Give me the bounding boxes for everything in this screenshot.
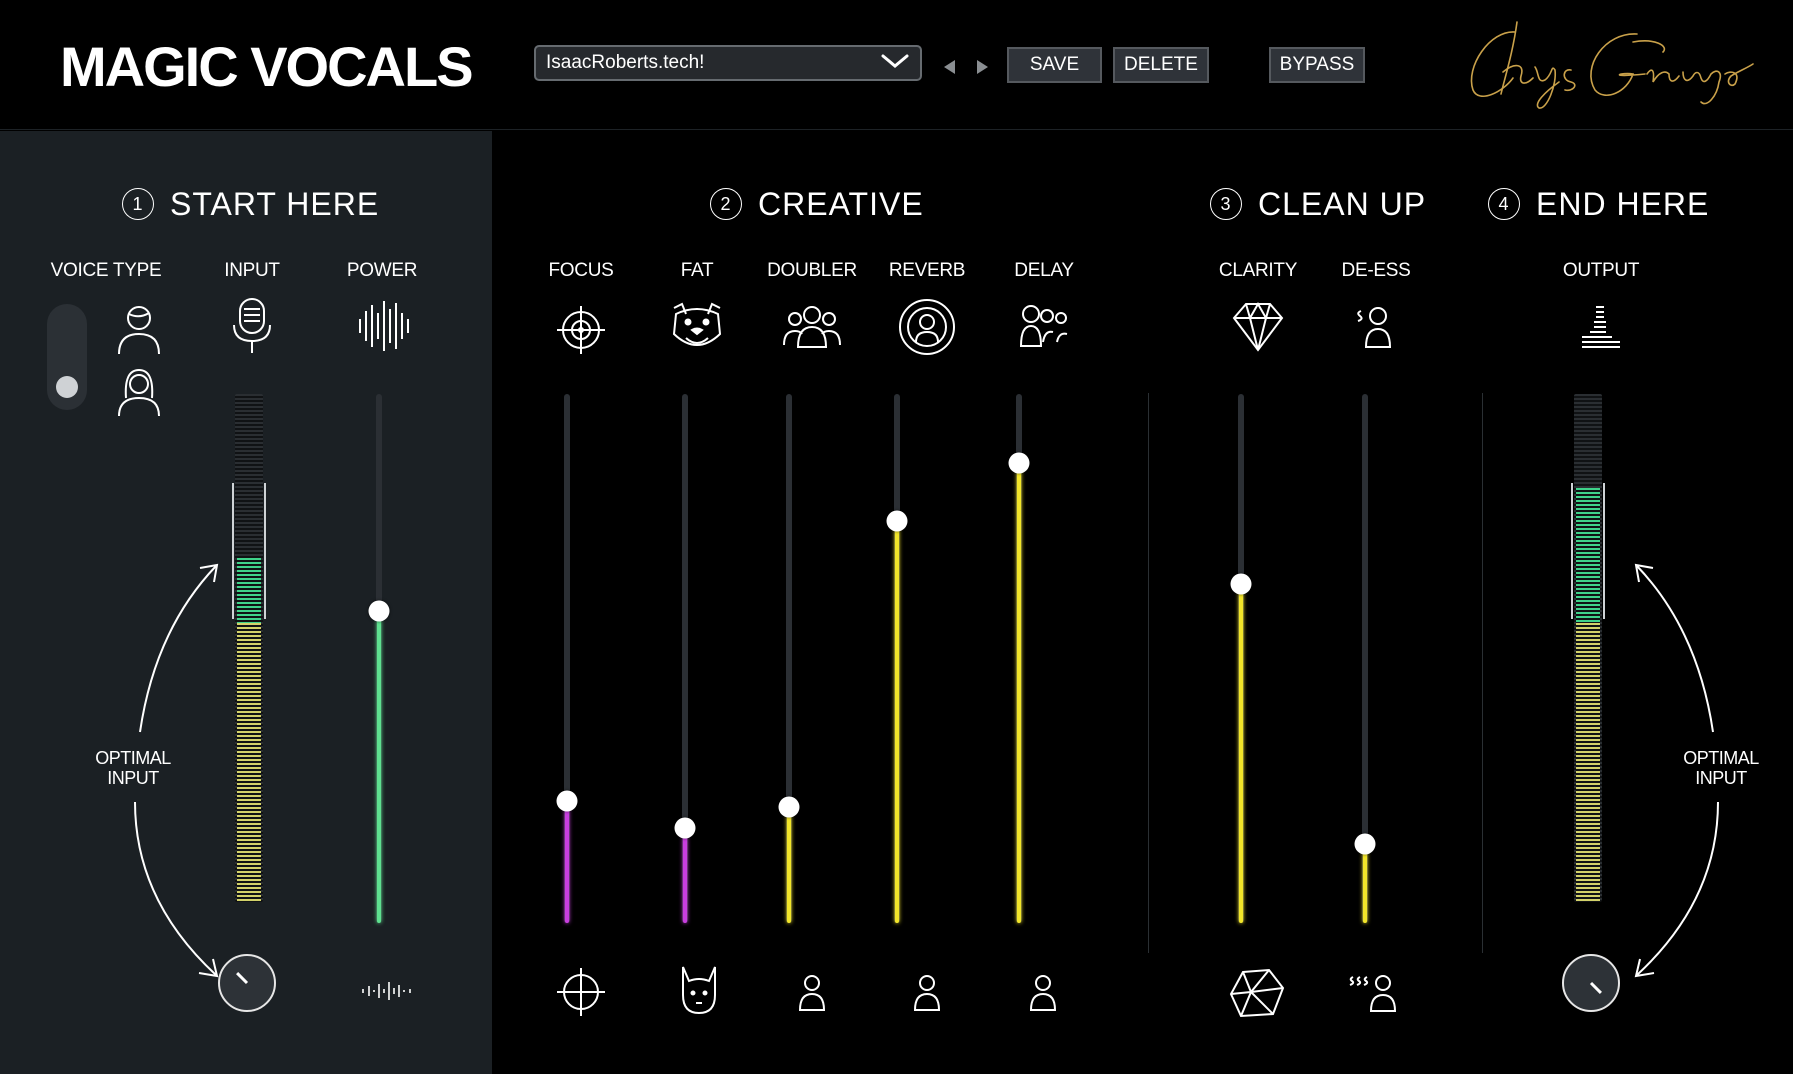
step-number-badge: 2 bbox=[710, 188, 742, 220]
focus-label: FOCUS bbox=[548, 260, 614, 281]
clarity-label: CLARITY bbox=[1218, 260, 1298, 281]
reverb-person-icon bbox=[898, 298, 956, 356]
app-title: MAGIC VOCALS bbox=[60, 35, 474, 98]
microphone-icon bbox=[230, 297, 274, 355]
section-title-text: CLEAN UP bbox=[1258, 185, 1427, 222]
sibilance-person-icon bbox=[1347, 973, 1397, 1013]
section-creative-title: 2 CREATIVE bbox=[710, 182, 924, 226]
deess-slider-handle[interactable] bbox=[1354, 833, 1376, 855]
section-end-title: 4 END HERE bbox=[1488, 182, 1709, 226]
group-doubler-icon bbox=[782, 305, 842, 349]
meter-yellow-segment bbox=[1576, 623, 1600, 902]
meter-yellow-segment bbox=[237, 623, 261, 902]
power-slider-handle[interactable] bbox=[368, 600, 390, 622]
section-divider bbox=[1148, 393, 1149, 953]
step-number-badge: 3 bbox=[1210, 188, 1242, 220]
bulldog-fat-icon bbox=[668, 300, 726, 352]
optimal-input-label-right: OPTIMAL INPUT bbox=[1683, 748, 1759, 788]
step-number-badge: 1 bbox=[122, 188, 154, 220]
clarity-slider-fill bbox=[1239, 584, 1243, 923]
crosshair-icon bbox=[556, 967, 606, 1017]
doubler-slider-handle[interactable] bbox=[778, 796, 800, 818]
optimal-range-marker bbox=[1571, 483, 1605, 619]
focus-slider-handle[interactable] bbox=[556, 790, 578, 812]
optimal-text: OPTIMAL bbox=[95, 748, 171, 768]
delay-label: DELAY bbox=[1014, 260, 1074, 281]
doubler-slider-fill bbox=[787, 806, 791, 923]
section-cleanup-title: 3 CLEAN UP bbox=[1210, 182, 1426, 226]
bypass-button[interactable]: BYPASS bbox=[1269, 47, 1365, 83]
header-bar: MAGIC VOCALS IsaacRoberts.tech! SAVE DEL… bbox=[0, 0, 1793, 130]
save-button[interactable]: SAVE bbox=[1007, 47, 1102, 83]
person-icon bbox=[913, 974, 941, 1012]
section-title-text: START HERE bbox=[170, 185, 380, 222]
reverb-slider-fill bbox=[895, 520, 899, 923]
focus-slider-fill bbox=[565, 801, 569, 923]
input-text: INPUT bbox=[1695, 768, 1747, 788]
voice-type-label: VOICE TYPE bbox=[50, 260, 162, 281]
optimal-text: OPTIMAL bbox=[1683, 748, 1759, 768]
section-divider bbox=[1482, 393, 1483, 953]
input-label: INPUT bbox=[224, 260, 280, 281]
preset-dropdown[interactable]: IsaacRoberts.tech! bbox=[534, 45, 922, 81]
person-icon bbox=[1029, 974, 1057, 1012]
person-icon bbox=[798, 974, 826, 1012]
fat-slider-handle[interactable] bbox=[674, 817, 696, 839]
fat-slider-fill bbox=[683, 827, 687, 923]
output-level-icon bbox=[1580, 303, 1622, 349]
deess-slider-fill bbox=[1363, 843, 1367, 923]
diamond-clarity-icon bbox=[1232, 302, 1284, 352]
knob-indicator bbox=[236, 972, 249, 985]
previous-preset-icon[interactable] bbox=[940, 57, 960, 77]
output-level-meter bbox=[1574, 394, 1602, 902]
section-title-text: END HERE bbox=[1536, 185, 1710, 222]
section-title-text: CREATIVE bbox=[758, 185, 924, 222]
input-text: INPUT bbox=[107, 768, 159, 788]
step-number-badge: 4 bbox=[1488, 188, 1520, 220]
brand-signature-logo bbox=[1455, 12, 1755, 112]
small-waveform-icon bbox=[361, 981, 413, 1001]
section-start-title: 1 START HERE bbox=[122, 182, 379, 226]
delay-slider-fill bbox=[1017, 462, 1021, 923]
power-slider-fill bbox=[377, 610, 381, 923]
input-gain-knob[interactable] bbox=[218, 954, 276, 1012]
female-voice-icon[interactable] bbox=[116, 366, 162, 418]
reverb-slider-handle[interactable] bbox=[886, 510, 908, 532]
delete-button[interactable]: DELETE bbox=[1113, 47, 1209, 83]
deess-label: DE-ESS bbox=[1341, 260, 1411, 281]
next-preset-icon[interactable] bbox=[972, 57, 992, 77]
deess-person-icon bbox=[1354, 305, 1394, 349]
output-gain-knob[interactable] bbox=[1562, 954, 1620, 1012]
clarity-slider-handle[interactable] bbox=[1230, 573, 1252, 595]
toggle-thumb[interactable] bbox=[56, 376, 78, 398]
output-label: OUTPUT bbox=[1562, 260, 1640, 281]
knob-indicator bbox=[1589, 981, 1602, 994]
waveform-power-icon bbox=[357, 299, 411, 353]
input-level-meter bbox=[235, 394, 263, 902]
optimal-range-marker bbox=[232, 483, 266, 619]
chevron-down-icon bbox=[880, 53, 910, 74]
optimal-input-label-left: OPTIMAL INPUT bbox=[95, 748, 171, 788]
reverb-label: REVERB bbox=[888, 260, 966, 281]
doubler-label: DOUBLER bbox=[767, 260, 857, 281]
power-label: POWER bbox=[346, 260, 418, 281]
preset-value: IsaacRoberts.tech! bbox=[546, 52, 705, 73]
delay-people-icon bbox=[1019, 304, 1069, 348]
voice-type-toggle[interactable] bbox=[47, 304, 87, 410]
crosshair-focus-icon bbox=[556, 305, 606, 355]
male-voice-icon[interactable] bbox=[116, 304, 162, 356]
rough-gem-icon bbox=[1229, 968, 1285, 1018]
dog-icon bbox=[679, 965, 719, 1015]
delay-slider-handle[interactable] bbox=[1008, 452, 1030, 474]
fat-label: FAT bbox=[680, 260, 714, 281]
